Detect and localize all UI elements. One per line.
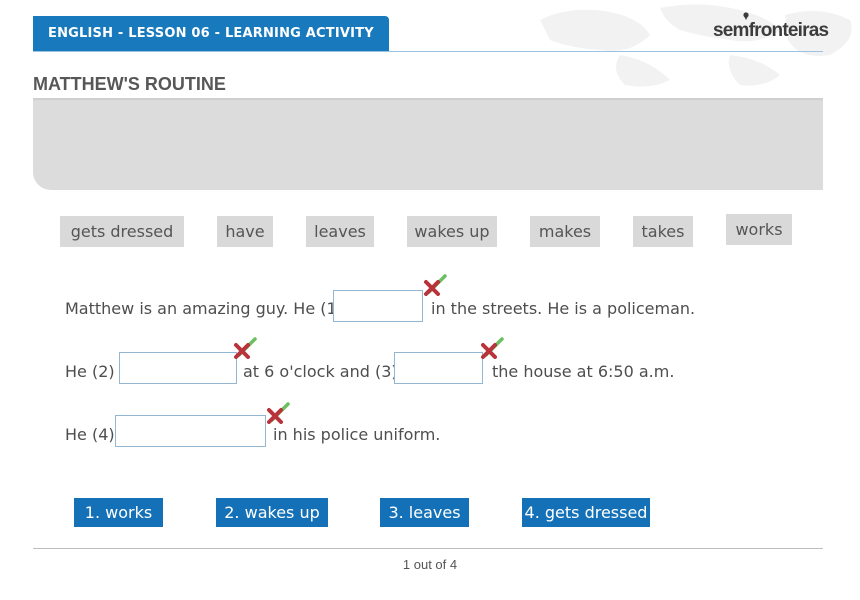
word-chip-makes[interactable]: makes [530, 216, 600, 247]
brand-logo: semfronteiras [713, 12, 829, 42]
sentence-2-middle: at 6 o'clock and (3) [243, 362, 398, 381]
answer-3-button[interactable]: 3. leaves [380, 498, 469, 527]
instructions-panel [33, 98, 823, 190]
word-chip-works[interactable]: works [726, 214, 792, 245]
blank-3-input[interactable] [394, 352, 483, 384]
page-indicator: 1 out of 4 [402, 557, 458, 572]
blank-1-input[interactable] [333, 290, 423, 322]
cross-check-icon [267, 402, 290, 424]
sentence-2-start: He (2) [65, 362, 115, 381]
brand-name: semfronteiras [713, 20, 829, 41]
answer-1-button[interactable]: 1. works [74, 498, 163, 527]
answer-2-button[interactable]: 2. wakes up [216, 498, 328, 527]
word-chip-have[interactable]: have [217, 216, 273, 247]
location-pin-icon [743, 12, 749, 20]
cross-check-icon [234, 337, 257, 359]
sentence-3-end: in his police uniform. [273, 425, 441, 444]
answer-4-button[interactable]: 4. gets dressed [522, 498, 650, 527]
sentence-3-start: He (4) [65, 425, 115, 444]
page-title: MATTHEW'S ROUTINE [33, 74, 226, 94]
footer-divider [33, 548, 823, 549]
sentence-1-end: in the streets. He is a policeman. [431, 299, 696, 318]
lesson-title-tab: ENGLISH - LESSON 06 - LEARNING ACTIVITY [33, 16, 389, 51]
header-divider [33, 51, 823, 52]
word-chip-gets-dressed[interactable]: gets dressed [60, 216, 184, 247]
world-map-background [530, 0, 860, 90]
sentence-2-end: the house at 6:50 a.m. [492, 362, 675, 381]
cross-check-icon [481, 337, 504, 359]
blank-2-input[interactable] [119, 352, 237, 384]
word-chip-leaves[interactable]: leaves [306, 216, 374, 247]
sentence-1-start: Matthew is an amazing guy. He (1) [65, 299, 343, 318]
blank-4-input[interactable] [115, 415, 266, 447]
word-chip-wakes-up[interactable]: wakes up [407, 216, 497, 247]
cross-check-icon [424, 274, 447, 296]
word-chip-takes[interactable]: takes [633, 216, 693, 247]
